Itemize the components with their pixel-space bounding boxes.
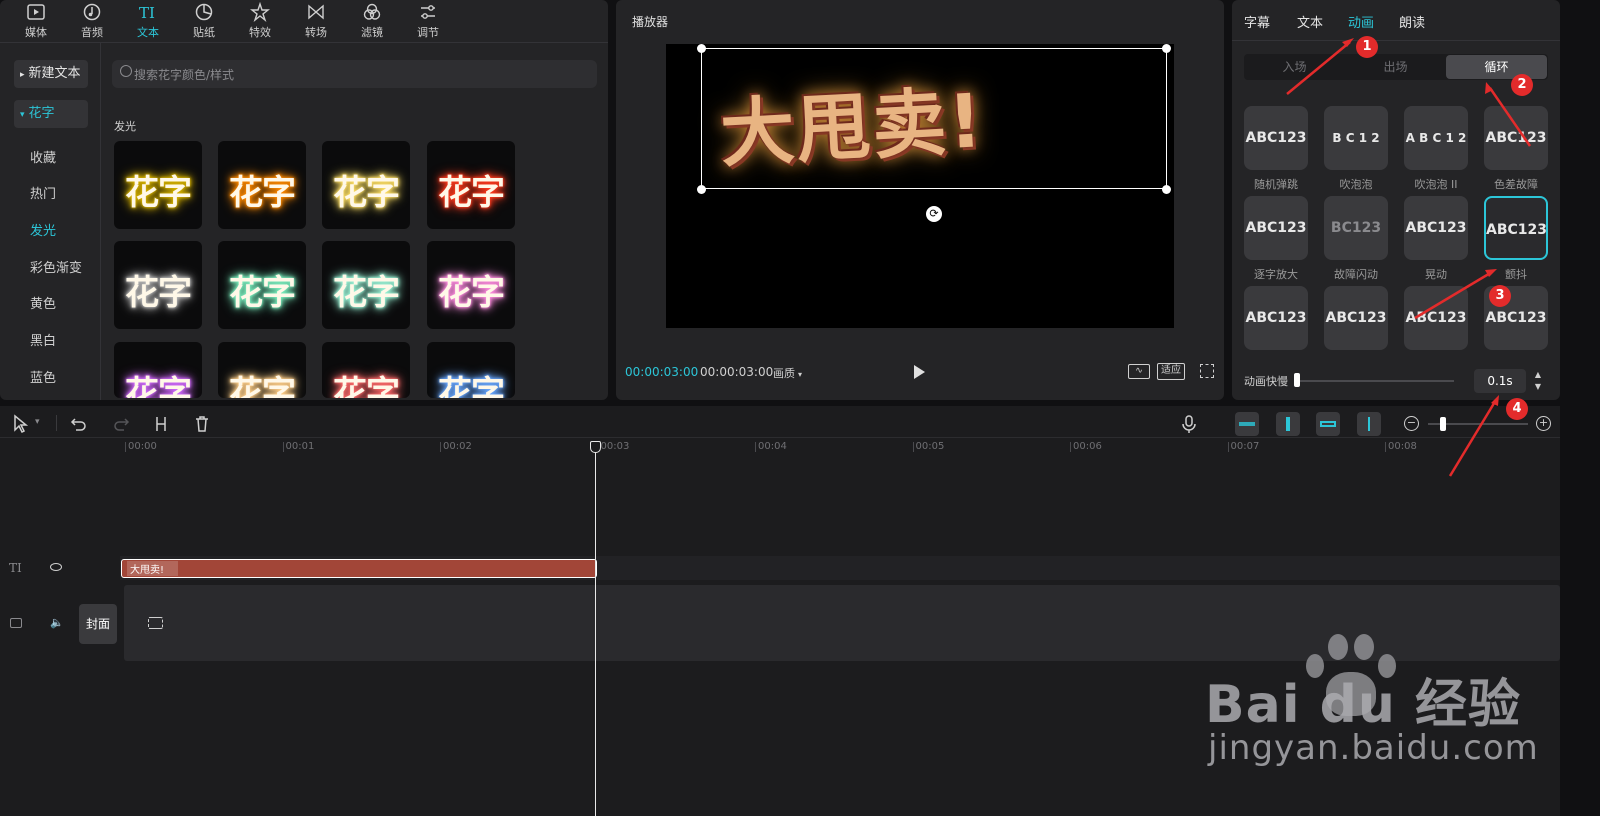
- arrow-4: [1448, 399, 1498, 477]
- watermark-url: jingyan.baidu.com: [1208, 728, 1539, 768]
- annotation-marker-3: 3: [1489, 285, 1511, 307]
- arrow-1: [1286, 41, 1351, 95]
- watermark-brand: Bai du 经验: [1205, 675, 1521, 735]
- annotation-marker-4: 4: [1506, 398, 1528, 420]
- arrow-2: [1488, 87, 1532, 147]
- arrow-3: [1414, 270, 1493, 320]
- annotation-marker-2: 2: [1511, 74, 1533, 96]
- annotation-marker-1: 1: [1356, 36, 1378, 58]
